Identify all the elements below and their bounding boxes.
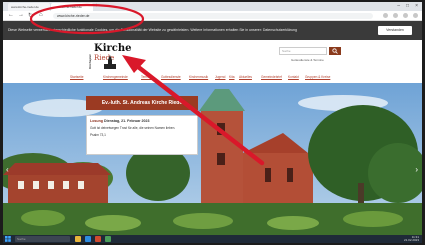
annotation-overlay [29, 3, 265, 166]
annotation-arrow-shaft [134, 63, 265, 166]
annotation-circle [29, 3, 145, 35]
